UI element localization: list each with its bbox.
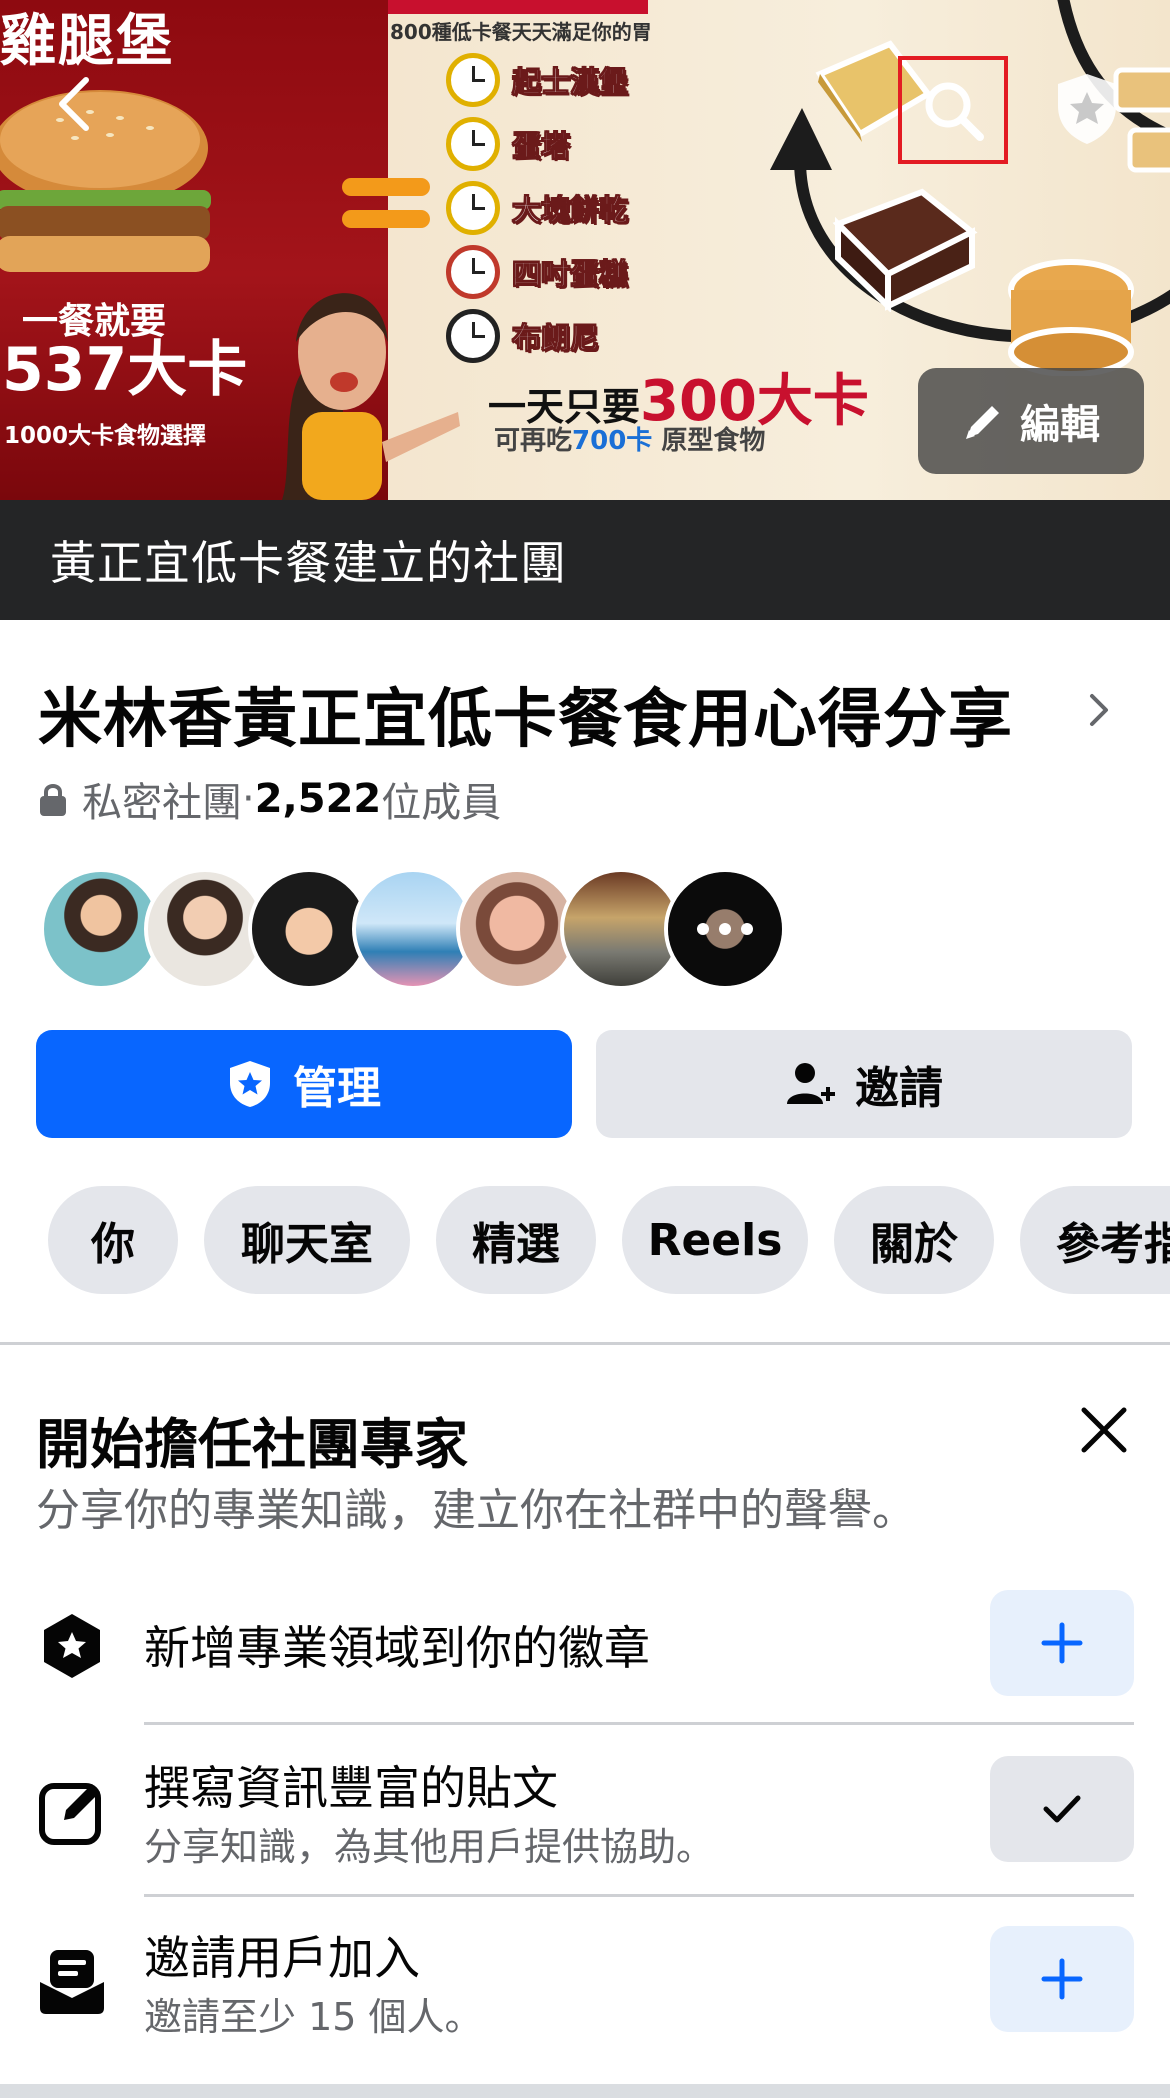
expert-card-subtitle: 分享你的專業知識，建立你在社群中的聲譽。 bbox=[36, 1485, 916, 1536]
tab-chats[interactable]: 聊天室 bbox=[204, 1186, 410, 1294]
avatar-more[interactable] bbox=[664, 868, 786, 990]
plus-icon bbox=[1041, 1622, 1083, 1664]
invite-button[interactable]: 邀請 bbox=[596, 1030, 1132, 1138]
task-divider bbox=[144, 1894, 1134, 1897]
clock-icon bbox=[446, 181, 500, 235]
check-icon bbox=[1043, 1795, 1081, 1823]
cover-ad-choice: 1000大卡食物選擇 bbox=[4, 423, 207, 449]
clock-item: 起士漢堡 bbox=[446, 52, 629, 108]
tab-featured[interactable]: 精選 bbox=[436, 1186, 596, 1294]
invite-label: 邀請 bbox=[855, 1063, 943, 1114]
task-title: 撰寫資訊豐富的貼文 bbox=[144, 1761, 558, 1815]
close-icon[interactable] bbox=[1076, 1402, 1132, 1458]
clock-item-label: 起士漢堡 bbox=[511, 65, 629, 100]
member-suffix: 位成員 bbox=[381, 780, 502, 826]
clock-item: 蛋塔 bbox=[446, 116, 571, 172]
expert-card-title: 開始擔任社團專家 bbox=[36, 1413, 468, 1476]
more-dots-icon bbox=[668, 872, 782, 986]
lock-icon bbox=[40, 784, 66, 816]
admin-shield-button[interactable] bbox=[1052, 70, 1122, 146]
clock-item-label: 四吋蛋糕 bbox=[511, 257, 629, 292]
clock-item-label: 蛋塔 bbox=[511, 129, 571, 164]
group-creator-text: 黃正宜低卡餐建立的社團 bbox=[50, 536, 567, 590]
chevron-left-icon bbox=[59, 77, 89, 131]
manage-label: 管理 bbox=[293, 1063, 381, 1114]
group-meta: 私密社團 · 2,522 位成員 bbox=[38, 774, 501, 826]
cover-ad-kcal: 537大卡 bbox=[2, 335, 248, 405]
group-creator-banner[interactable]: 黃正宜低卡餐建立的社團 bbox=[0, 500, 1170, 620]
cover-ad-subtitle: 800種低卡餐天天滿足你的胃 bbox=[390, 20, 652, 44]
add-expertise-button[interactable] bbox=[990, 1590, 1134, 1696]
cover-ad-more: 可再吃700卡 原型食物 bbox=[494, 420, 765, 457]
meta-separator: · bbox=[242, 776, 255, 822]
clock-item: 四吋蛋糕 bbox=[446, 244, 629, 300]
person-add-icon bbox=[787, 1063, 835, 1104]
search-button[interactable] bbox=[898, 56, 1008, 164]
clock-icon bbox=[446, 245, 500, 299]
group-title[interactable]: 米林香黃正宜低卡餐食用心得分享 bbox=[38, 668, 1013, 760]
clock-icon bbox=[446, 309, 500, 363]
invite-users-button[interactable] bbox=[990, 1926, 1134, 2032]
cover-ad-title: 雞腿堡 bbox=[0, 9, 174, 74]
back-button[interactable] bbox=[50, 74, 100, 134]
cover-photo: 雞腿堡 一餐就要 537大卡 1000大卡食物選擇 800種低卡餐天天滿足你的胃… bbox=[0, 0, 1170, 500]
shield-star-icon bbox=[230, 1061, 270, 1107]
write-post-done-button[interactable] bbox=[990, 1756, 1134, 1862]
group-tabs: 你 聊天室 精選 Reels 關於 參考指南 bbox=[0, 1186, 1170, 1294]
group-privacy: 私密社團 bbox=[82, 780, 242, 826]
clock-item-label: 大塊餅乾 bbox=[511, 193, 629, 228]
sponge-cake-image bbox=[1008, 259, 1134, 376]
edit-cover-button[interactable]: 編輯 bbox=[918, 368, 1144, 474]
task-description: 邀請至少 15 個人。 bbox=[144, 1995, 483, 2039]
task-divider bbox=[144, 1722, 1134, 1725]
section-divider bbox=[0, 1342, 1170, 1345]
tab-guides[interactable]: 參考指南 bbox=[1020, 1186, 1170, 1294]
cover-ad-more-kcal: 700卡 bbox=[572, 426, 653, 456]
woman-image bbox=[282, 293, 460, 500]
cover-top-band bbox=[388, 0, 648, 14]
tab-reels[interactable]: Reels bbox=[622, 1186, 808, 1294]
tab-about[interactable]: 關於 bbox=[834, 1186, 994, 1294]
search-icon bbox=[925, 82, 984, 141]
cover-ad-more-suffix: 原型食物 bbox=[652, 426, 766, 456]
task-title: 新增專業領域到你的徽章 bbox=[144, 1621, 650, 1675]
tab-you[interactable]: 你 bbox=[48, 1186, 178, 1294]
pencil-icon bbox=[966, 406, 999, 439]
inbox-icon bbox=[40, 1950, 104, 2014]
task-description: 分享知識，為其他用戶提供協助。 bbox=[144, 1825, 715, 1869]
clock-item-label: 布朗尼 bbox=[511, 321, 600, 356]
clock-icon bbox=[446, 117, 500, 171]
cover-ad-more-prefix: 可再吃 bbox=[494, 426, 573, 456]
member-count[interactable]: 2,522 bbox=[255, 776, 382, 822]
shield-star-icon bbox=[1058, 74, 1116, 144]
bottom-divider bbox=[0, 2084, 1170, 2098]
edit-square-icon bbox=[39, 1783, 101, 1845]
clock-item: 大塊餅乾 bbox=[446, 180, 629, 236]
equals-sign bbox=[342, 178, 430, 228]
manage-button[interactable]: 管理 bbox=[36, 1030, 572, 1138]
burger-image bbox=[0, 90, 211, 272]
star-badge-icon bbox=[44, 1614, 100, 1678]
chevron-right-icon[interactable] bbox=[1086, 690, 1112, 730]
clock-icon bbox=[446, 53, 500, 107]
plus-icon bbox=[1041, 1958, 1083, 2000]
task-title: 邀請用戶加入 bbox=[144, 1931, 420, 1985]
brownie-image bbox=[832, 188, 978, 312]
edit-cover-label: 編輯 bbox=[1020, 402, 1100, 448]
